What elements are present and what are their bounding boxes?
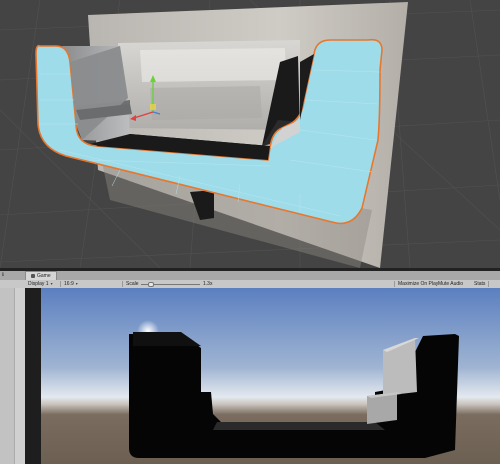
aspect-dropdown[interactable]: 16:9 ▾ <box>64 280 83 288</box>
dropdown-chevron-icon: ▾ <box>50 281 53 286</box>
game-viewport[interactable] <box>41 288 500 464</box>
tab-game[interactable]: Game <box>25 271 57 280</box>
tab-game-label: Game <box>37 273 51 279</box>
display-dropdown-label: Display 1 <box>28 281 49 287</box>
unity-editor: < ℹ Game Display 1▾ 16:9▾ Scale 1.3x Max… <box>0 0 500 464</box>
toolbar-separator <box>488 281 489 287</box>
scale-value: 1.3x <box>203 281 213 287</box>
toolbar-separator <box>60 281 61 287</box>
left-side-panel-scrollbar[interactable] <box>14 288 25 464</box>
left-side-panel[interactable] <box>0 288 25 464</box>
scale-label: Scale <box>126 281 139 287</box>
maximize-on-play-button[interactable]: Maximize On Play <box>398 280 438 288</box>
display-dropdown[interactable]: Display 1 ▾ <box>28 280 58 288</box>
info-icon: ℹ <box>2 272 4 278</box>
stats-button[interactable]: Stats <box>474 280 485 288</box>
toolbar-separator <box>122 281 123 287</box>
game-view-icon <box>31 273 35 278</box>
toolbar-separator <box>394 281 395 287</box>
aspect-dropdown-label: 16:9 <box>64 281 74 287</box>
game-letterbox <box>25 288 41 464</box>
mute-audio-button[interactable]: Mute Audio <box>438 280 463 288</box>
scene-viewport[interactable] <box>0 0 500 268</box>
scale-slider-knob[interactable] <box>148 281 154 287</box>
scene-view[interactable]: < <box>0 0 500 268</box>
dropdown-chevron-icon: ▾ <box>75 281 78 286</box>
game-view[interactable] <box>41 288 500 464</box>
